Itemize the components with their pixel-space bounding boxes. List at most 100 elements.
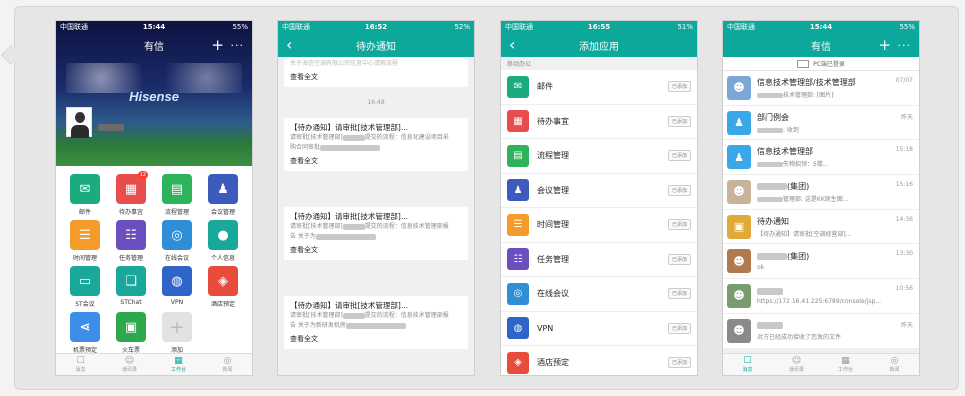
tab-workbench[interactable]: ▦ 工作台 [154, 354, 203, 375]
pc-login-banner[interactable]: PC端已登录 [723, 57, 919, 71]
card-summary-2: 购合同审批 [290, 143, 462, 153]
tab-contacts[interactable]: ☺ 通讯录 [772, 354, 821, 375]
added-button[interactable]: 已添加 [667, 357, 691, 369]
more-icon[interactable]: ··· [231, 39, 245, 52]
chat-list: ☻ 信息技术管理部/技术管理部 技术管理部: [图片] 07/07 ♟ 部门例会: 收到昨… [723, 71, 919, 349]
add-icon[interactable]: + [878, 36, 891, 54]
app-tile[interactable]: ▤ 流程管理 [154, 170, 200, 216]
back-icon[interactable]: ‹ [286, 33, 292, 57]
timestamp: 16:48 [367, 99, 385, 106]
view-all-link[interactable]: 查看全文 [290, 72, 462, 82]
nav-bar: ‹ 待办通知 [278, 33, 474, 57]
tab-compass[interactable]: ◎ 新闻 [870, 354, 919, 375]
app-tile[interactable]: ▭ ST会议 [62, 262, 108, 308]
people-icon: ♟ [507, 179, 529, 202]
app-tile[interactable]: ❏ STChat [108, 262, 154, 308]
app-tile[interactable]: ▣ 火车票 [108, 308, 154, 354]
tab-chat-bubble[interactable]: ☐ 消息 [723, 354, 772, 375]
envelope-icon: ✉ [507, 75, 529, 98]
more-icon[interactable]: ··· [898, 39, 912, 52]
envelope-icon: ✉ [70, 174, 100, 204]
phone-todo: 中国联通 16:52 52% ‹ 待办通知 关于海信空调有限公司信息中心请假流程… [277, 20, 475, 376]
app-name: 会议管理 [537, 185, 569, 195]
blurred-name [342, 134, 365, 141]
chat-row[interactable]: ☻ 信息技术管理部/技术管理部 技术管理部: [图片] 07/07 [723, 71, 919, 106]
phone-workbench: Hisense 中国联通 15:44 55% 有信 + ··· ✉ 邮件 ▦ 待办事宜… [55, 20, 253, 376]
layers-icon: ◈ [208, 266, 238, 296]
added-button[interactable]: 已添加 [667, 322, 691, 334]
chat-time: 15:18 [895, 146, 913, 154]
added-button[interactable]: 已添加 [667, 81, 691, 93]
workbench-icon: ▦ [174, 356, 183, 366]
nav-bar: ‹ 添加应用 [501, 33, 697, 57]
tab-label: 工作台 [837, 367, 853, 373]
back-icon[interactable]: ‹ [509, 33, 515, 57]
tab-contacts[interactable]: ☺ 通讯录 [105, 354, 154, 375]
message-card[interactable]: 【待办通知】请审批[技术管理部]... 请审批[技术管理部] 提交的流程：信息技术管… [284, 296, 468, 349]
app-tile[interactable]: ☷ 任务管理 [108, 216, 154, 262]
app-row[interactable]: ☷ 任务管理 已添加 [501, 242, 697, 277]
app-row[interactable]: ♟ 会议管理 已添加 [501, 173, 697, 208]
summary-text: 提交的流程：信息技术管理部报 [364, 312, 449, 319]
view-all-link[interactable]: 查看全文 [290, 245, 462, 255]
app-row[interactable]: ☰ 时间管理 已添加 [501, 208, 697, 243]
added-button[interactable]: 已添加 [667, 115, 691, 127]
app-row[interactable]: ◎ 在线会议 已添加 [501, 277, 697, 312]
chat-row[interactable]: ♟ 信息技术管理部 失物招领：5楼... 15:18 [723, 140, 919, 176]
app-tile[interactable]: + 添加 [154, 308, 200, 354]
app-tile[interactable]: ● 个人信息 [200, 216, 246, 262]
added-button[interactable]: 已添加 [667, 288, 691, 300]
message-card[interactable]: 关于海信空调有限公司信息中心请假流程 查看全文 [284, 57, 468, 87]
phone-add-app: 中国联通 16:55 51% ‹ 添加应用 移动办公 ✉ 邮件 已添加 ▦ 待办事宜 已添… [500, 20, 698, 376]
tab-workbench[interactable]: ▦ 工作台 [821, 354, 870, 375]
added-button[interactable]: 已添加 [667, 150, 691, 162]
chat-row[interactable]: ☻ (集团) 管理部: 这是KK原生图... 15:16 [723, 175, 919, 210]
tab-chat-bubble[interactable]: ☐ 消息 [56, 354, 105, 375]
card-summary-2: 告 关于为 [290, 232, 462, 242]
globe-icon: ◍ [507, 317, 529, 340]
card-title: 【待办通知】请审批[技术管理部]... [290, 301, 409, 310]
workbench-icon: ▦ [841, 356, 850, 366]
app-tile[interactable]: ◈ 酒店预定 [200, 262, 246, 308]
app-row[interactable]: ◈ 酒店预定 已添加 [501, 346, 697, 375]
blurred-name [757, 196, 783, 202]
chat-row[interactable]: ▣ 待办通知 【待办通知】请审批[空调经营部]... 14:36 [723, 209, 919, 245]
chat-row[interactable]: ♟ 部门例会: 收到 昨天 [723, 105, 919, 141]
add-icon[interactable]: + [211, 36, 224, 54]
app-tile[interactable]: ☰ 时间管理 [62, 216, 108, 262]
added-button[interactable]: 已添加 [667, 253, 691, 265]
view-all-link[interactable]: 查看全文 [290, 156, 462, 166]
status-bar: 中国联通 16:52 52% [278, 21, 474, 33]
chat-row[interactable]: ☻ 对方已经成功接收了您发的文件 昨天 [723, 313, 919, 349]
chat-row[interactable]: ☻ https://172.16.41.225:6789/console/jsp.… [723, 279, 919, 314]
status-bar: 中国联通 15:44 55% [723, 21, 919, 33]
chat-time: 昨天 [900, 321, 913, 329]
app-row[interactable]: ▦ 待办事宜 已添加 [501, 104, 697, 139]
app-tile[interactable]: ⋖ 机票预定 [62, 308, 108, 354]
chat-time: 14:36 [895, 215, 913, 223]
app-tile[interactable]: ◎ 在线会议 [154, 216, 200, 262]
avatar[interactable] [66, 107, 92, 138]
contacts-icon: ☺ [124, 356, 135, 366]
app-tile[interactable]: ▦ 待办事宜 12 [108, 170, 154, 216]
message-card[interactable]: 【待办通知】请审批[技术管理部]... 请审批[技术管理部] 提交的流程：信息技术管… [284, 207, 468, 260]
summary-text: 告 关于为 [290, 233, 316, 240]
app-row[interactable]: ▤ 流程管理 已添加 [501, 139, 697, 174]
app-row[interactable]: ✉ 邮件 已添加 [501, 70, 697, 105]
tab-compass[interactable]: ◎ 新闻 [203, 354, 252, 375]
chat-row[interactable]: ☻ (集团) ok 13:30 [723, 244, 919, 280]
clock-list-icon: ☰ [70, 220, 100, 250]
tab-label: 消息 [742, 367, 753, 373]
message-card[interactable]: 【待办通知】请审批[技术管理部]... 请审批[技术管理部] 提交的流程：信息化建设… [284, 118, 468, 171]
app-tile[interactable]: ♟ 会议管理 [200, 170, 246, 216]
view-all-link[interactable]: 查看全文 [290, 334, 462, 344]
chat-name: 信息技术管理部 [757, 146, 915, 157]
app-tile[interactable]: ✉ 邮件 [62, 170, 108, 216]
app-row[interactable]: ◍ VPN 已添加 [501, 311, 697, 346]
page-title: 有信 [811, 41, 831, 53]
section-title: 移动办公 [501, 57, 697, 70]
task-icon: ☷ [116, 220, 146, 250]
app-tile[interactable]: ◍ VPN [154, 262, 200, 308]
added-button[interactable]: 已添加 [667, 184, 691, 196]
added-button[interactable]: 已添加 [667, 219, 691, 231]
